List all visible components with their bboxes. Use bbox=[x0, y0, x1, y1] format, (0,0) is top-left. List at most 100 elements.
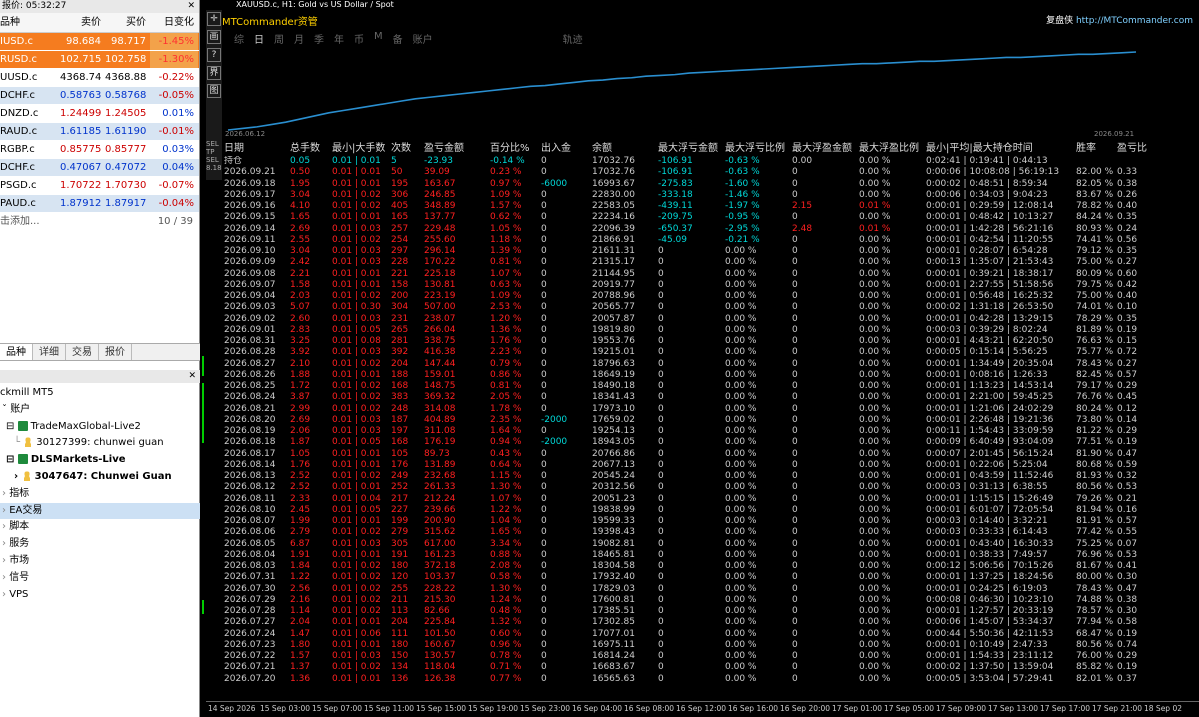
table-row[interactable]: 2026.08.18 1.87 0.01 | 0.05 168 176.19 0.94 %… bbox=[224, 437, 1199, 448]
expand-icon[interactable]: ⊟ bbox=[6, 421, 18, 432]
table-row[interactable]: 2026.08.17 1.05 0.01 | 0.01 105 89.73 0.43 % 0… bbox=[224, 449, 1199, 460]
quote-row[interactable]: PSGD.c 1.70722 1.70730 -0.07% bbox=[0, 177, 199, 195]
tree-expert-advisors[interactable]: › EA交易 bbox=[0, 502, 200, 520]
table-row[interactable]: 2026.07.23 1.80 0.01 | 0.01 180 160.67 0.96 %… bbox=[224, 640, 1199, 651]
table-row[interactable]: 2026.07.24 1.47 0.01 | 0.06 111 101.50 0.60 %… bbox=[224, 629, 1199, 640]
table-row[interactable]: 2026.09.18 1.95 0.01 | 0.01 195 163.67 0.97 %… bbox=[224, 179, 1199, 190]
table-row[interactable]: 2026.07.30 2.56 0.01 | 0.02 255 228.22 1.30 %… bbox=[224, 584, 1199, 595]
table-row[interactable]: 2026.08.26 1.88 0.01 | 0.01 188 159.01 0.86 %… bbox=[224, 370, 1199, 381]
table-row[interactable]: 2026.08.28 3.92 0.01 | 0.03 392 416.38 2.23 %… bbox=[224, 347, 1199, 358]
period-tab[interactable]: 备 bbox=[393, 31, 403, 46]
table-row[interactable]: 2026.09.16 4.10 0.01 | 0.02 405 348.89 1.57 %… bbox=[224, 201, 1199, 212]
table-row[interactable]: 2026.09.11 2.55 0.01 | 0.02 254 255.60 1.18 %… bbox=[224, 235, 1199, 246]
table-row[interactable]: 2026.07.20 1.36 0.01 | 0.01 136 126.38 0.77 %… bbox=[224, 674, 1199, 685]
chart-icon[interactable]: 画 bbox=[207, 30, 221, 44]
close-icon[interactable]: ✕ bbox=[187, 0, 195, 13]
template-icon[interactable]: 图 bbox=[207, 84, 221, 98]
tree-root[interactable]: ckmill MT5 bbox=[0, 385, 200, 402]
table-row[interactable]: 2026.09.02 2.60 0.01 | 0.03 231 238.07 1.20 %… bbox=[224, 314, 1199, 325]
tab-ticks[interactable]: 报价 bbox=[99, 344, 132, 360]
table-row[interactable]: 2026.08.07 1.99 0.01 | 0.01 199 200.90 1.04 %… bbox=[224, 516, 1199, 527]
crosshair-icon[interactable]: ✛ bbox=[207, 12, 221, 26]
table-row[interactable]: 2026.07.31 1.22 0.01 | 0.02 120 103.37 0.58 %… bbox=[224, 572, 1199, 583]
chevron-down-icon[interactable]: ˇ bbox=[2, 404, 10, 415]
close-icon[interactable]: ✕ bbox=[188, 370, 196, 383]
table-row[interactable]: 2026.07.29 2.16 0.01 | 0.02 211 215.30 1.24 %… bbox=[224, 595, 1199, 606]
tab-trading[interactable]: 交易 bbox=[66, 344, 99, 360]
quote-row[interactable]: PAUD.c 1.87912 1.87917 -0.04% bbox=[0, 195, 199, 213]
table-row[interactable]: 2026.08.24 3.87 0.01 | 0.02 383 369.32 2.05 %… bbox=[224, 392, 1199, 403]
add-symbol-row[interactable]: 击添加... 10 / 39 bbox=[0, 213, 199, 231]
quote-row[interactable]: UUSD.c 4368.74 4368.88 -0.22% bbox=[0, 69, 199, 87]
period-tab[interactable]: M bbox=[374, 31, 383, 46]
tree-account-2[interactable]: › 3047647: Chunwei Guan bbox=[0, 469, 200, 486]
table-row[interactable]: 2026.08.06 2.79 0.01 | 0.02 279 315.62 1.65 %… bbox=[224, 527, 1199, 538]
tree-signals[interactable]: › 信号 bbox=[0, 570, 200, 587]
table-row[interactable]: 2026.09.08 2.21 0.01 | 0.01 221 225.18 1.07 %… bbox=[224, 269, 1199, 280]
table-row[interactable]: 2026.08.19 2.06 0.01 | 0.03 197 311.08 1.64 %… bbox=[224, 426, 1199, 437]
table-row[interactable]: 2026.07.27 2.04 0.01 | 0.01 204 225.84 1.32 %… bbox=[224, 617, 1199, 628]
quote-row[interactable]: RAUD.c 1.61185 1.61190 -0.01% bbox=[0, 123, 199, 141]
table-row[interactable]: 2026.08.12 2.52 0.01 | 0.01 252 261.33 1.30 %… bbox=[224, 482, 1199, 493]
help-icon[interactable]: ? bbox=[207, 48, 221, 62]
table-row[interactable]: 2026.08.11 2.33 0.01 | 0.04 217 212.24 1.07 %… bbox=[224, 494, 1199, 505]
table-row[interactable]: 2026.09.10 3.04 0.01 | 0.03 297 296.14 1.39 %… bbox=[224, 246, 1199, 257]
table-row[interactable]: 2026.08.10 2.45 0.01 | 0.05 227 239.66 1.22 %… bbox=[224, 505, 1199, 516]
period-tab[interactable]: 币 bbox=[354, 31, 364, 46]
quote-row[interactable]: DCHF.c 0.47067 0.47072 0.04% bbox=[0, 159, 199, 177]
tree-account-1[interactable]: └ 30127399: chunwei guan bbox=[0, 435, 200, 452]
table-row[interactable]: 2026.07.21 1.37 0.01 | 0.02 134 118.04 0.71 %… bbox=[224, 662, 1199, 673]
tab-details[interactable]: 详细 bbox=[33, 344, 66, 360]
tree-market[interactable]: › 市场 bbox=[0, 553, 200, 570]
col-bid[interactable]: 卖价 bbox=[60, 13, 105, 32]
table-row[interactable]: 2026.09.07 1.58 0.01 | 0.01 158 130.81 0.63 %… bbox=[224, 280, 1199, 291]
table-row[interactable]: 2026.08.13 2.52 0.01 | 0.02 249 232.68 1.15 %… bbox=[224, 471, 1199, 482]
table-row[interactable]: 2026.08.31 3.25 0.01 | 0.08 281 338.75 1.76 %… bbox=[224, 336, 1199, 347]
table-row[interactable]: 2026.08.04 1.91 0.01 | 0.01 191 161.23 0.88 %… bbox=[224, 550, 1199, 561]
table-row[interactable]: 2026.07.22 1.57 0.01 | 0.03 150 130.57 0.78 %… bbox=[224, 651, 1199, 662]
tree-vps[interactable]: › VPS bbox=[0, 587, 200, 604]
tree-accounts[interactable]: ˇ 账户 bbox=[0, 402, 200, 419]
period-tab[interactable]: 日 bbox=[254, 31, 264, 46]
add-symbol-label[interactable]: 击添加... bbox=[0, 213, 40, 231]
period-tab[interactable]: 账户 bbox=[413, 31, 433, 46]
col-symbol[interactable]: 品种 bbox=[0, 13, 60, 32]
expand-icon[interactable]: ⊟ bbox=[6, 454, 18, 465]
period-tab[interactable]: 轨迹 bbox=[563, 31, 583, 46]
tree-indicators[interactable]: › 指标 bbox=[0, 486, 200, 503]
tree-scripts[interactable]: › 脚本 bbox=[0, 519, 200, 536]
col-ask[interactable]: 买价 bbox=[105, 13, 150, 32]
period-tab[interactable]: 月 bbox=[294, 31, 304, 46]
table-row[interactable]: 2026.09.14 2.69 0.01 | 0.03 257 229.48 1.05 %… bbox=[224, 224, 1199, 235]
period-tab[interactable]: 综 bbox=[234, 31, 244, 46]
holding-row[interactable]: 持仓 0.05 0.01 | 0.01 5 -23.93 -0.14 % 0 17032.76… bbox=[224, 156, 1199, 167]
tab-symbols[interactable]: 品种 bbox=[0, 344, 33, 360]
table-row[interactable]: 2026.09.01 2.83 0.01 | 0.05 265 266.04 1.36 %… bbox=[224, 325, 1199, 336]
table-row[interactable]: 2026.09.04 2.03 0.01 | 0.02 200 223.19 1.09 %… bbox=[224, 291, 1199, 302]
period-tab[interactable]: 年 bbox=[334, 31, 344, 46]
chevron-right-icon[interactable]: › bbox=[14, 471, 22, 482]
brand-url[interactable]: http://MTCommander.com bbox=[1076, 16, 1193, 26]
table-row[interactable]: 2026.08.21 2.99 0.01 | 0.02 248 314.08 1.78 %… bbox=[224, 404, 1199, 415]
table-row[interactable]: 2026.08.20 2.69 0.01 | 0.03 187 404.89 2.35 %… bbox=[224, 415, 1199, 426]
table-row[interactable]: 2026.08.05 6.87 0.01 | 0.03 305 617.00 3.34 %… bbox=[224, 539, 1199, 550]
table-row[interactable]: 2026.09.09 2.42 0.01 | 0.03 228 170.22 0.81 %… bbox=[224, 257, 1199, 268]
quote-row[interactable]: RUSD.c 102.715 102.758 -1.30% bbox=[0, 51, 199, 69]
brand-name[interactable]: 复盘侠 bbox=[1046, 16, 1076, 26]
tree-server-1[interactable]: ⊟ TradeMaxGlobal-Live2 bbox=[0, 419, 200, 436]
table-row[interactable]: 2026.08.03 1.84 0.01 | 0.02 180 372.18 2.08 %… bbox=[224, 561, 1199, 572]
table-row[interactable]: 2026.09.03 5.07 0.01 | 0.30 304 507.00 2.53 %… bbox=[224, 302, 1199, 313]
table-row[interactable]: 2026.08.14 1.76 0.01 | 0.01 176 131.89 0.64 %… bbox=[224, 460, 1199, 471]
quote-row[interactable]: RGBP.c 0.85775 0.85777 0.03% bbox=[0, 141, 199, 159]
tree-services[interactable]: › 服务 bbox=[0, 536, 200, 553]
period-tab[interactable]: 季 bbox=[314, 31, 324, 46]
period-tab[interactable]: 周 bbox=[274, 31, 284, 46]
table-header[interactable]: 日期 总手数 最小|大手数 次数 盈亏金额 百分比% 出入金 余额 最大浮亏金额 最大浮亏比例 最大… bbox=[224, 141, 1199, 156]
quote-row[interactable]: DCHF.c 0.58763 0.58768 -0.05% bbox=[0, 87, 199, 105]
table-row[interactable]: 2026.09.21 0.50 0.01 | 0.01 50 39.09 0.23 % 0 1… bbox=[224, 167, 1199, 178]
quote-row[interactable]: DNZD.c 1.24499 1.24505 0.01% bbox=[0, 105, 199, 123]
table-row[interactable]: 2026.09.15 1.65 0.01 | 0.01 165 137.77 0.62 %… bbox=[224, 212, 1199, 223]
col-change[interactable]: 日变化 bbox=[150, 13, 198, 32]
table-row[interactable]: 2026.08.27 2.10 0.01 | 0.02 204 147.44 0.79 %… bbox=[224, 359, 1199, 370]
quote-row[interactable]: IUSD.c 98.684 98.717 -1.45% bbox=[0, 33, 199, 51]
